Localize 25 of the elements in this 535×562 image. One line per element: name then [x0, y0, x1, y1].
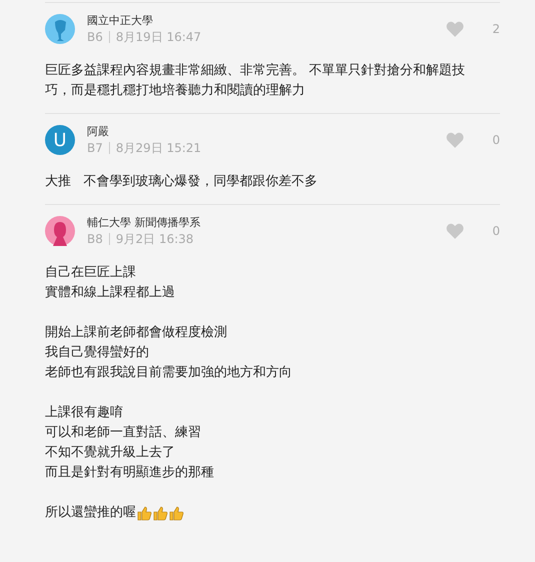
- like-count: 0: [491, 132, 500, 149]
- thumbs-up-icon: [152, 505, 168, 521]
- comment-text: 所以還蠻推的喔: [45, 504, 136, 522]
- comment-text: 巨匠多益課程內容規畫非常細緻、非常完善。 不單單只針對搶分和解題技巧，而是穩扎穩打地培養聽力和閱讀的理解力: [45, 62, 466, 100]
- floor-number: B6: [87, 29, 103, 45]
- avatar: U: [45, 125, 75, 155]
- author-name[interactable]: 阿嚴: [87, 124, 426, 140]
- author-name[interactable]: 國立中正大學: [87, 13, 426, 29]
- thumbs-up-icon: [136, 505, 152, 521]
- comment-text: 開始上課前老師都會做程度檢測 我自己覺得蠻好的 老師也有跟我說目前需要加強的地方和方向: [45, 324, 292, 382]
- comment-text: 上課很有趣唷 可以和老師一直對話、練習 不知不覺就升級上去了 而且是針對有明顯進步的那種: [45, 404, 214, 482]
- comment-text: 自己在巨匠上課 實體和線上課程都上過: [45, 264, 175, 302]
- post-time: 9月2日 16:38: [116, 231, 194, 247]
- like-count: 2: [491, 21, 500, 38]
- thumbs-up-icon: [168, 505, 184, 521]
- heart-icon[interactable]: [446, 132, 464, 148]
- post-time: 8月19日 16:47: [116, 29, 202, 45]
- post-time: 8月29日 15:21: [116, 140, 202, 156]
- floor-number: B8: [87, 231, 103, 247]
- author-name[interactable]: 輔仁大學 新聞傳播學系: [87, 215, 426, 231]
- floor-number: B7: [87, 140, 103, 156]
- heart-icon[interactable]: [446, 21, 464, 37]
- comment-text: 大推 不會學到玻璃心爆發，同學都跟你差不多: [45, 173, 318, 191]
- like-count: 0: [491, 223, 500, 240]
- heart-icon[interactable]: [446, 223, 464, 239]
